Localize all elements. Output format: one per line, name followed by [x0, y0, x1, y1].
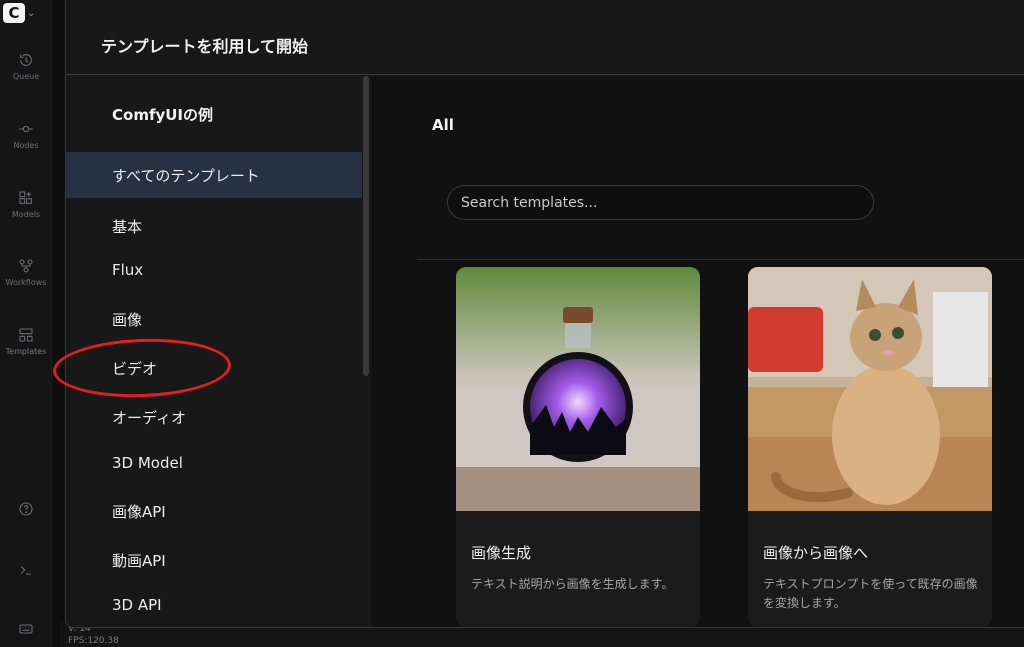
rail-queue[interactable]: Queue [0, 41, 52, 91]
terminal-button[interactable] [0, 555, 52, 585]
nav-item-all[interactable]: すべてのテンプレート [66, 152, 362, 198]
dialog-title: テンプレートを利用して開始 [101, 37, 309, 56]
card-description: テキストプロンプトを使って既存の画像を変換します。 [763, 577, 978, 610]
card-description: テキスト説明から画像を生成します。 [471, 577, 674, 591]
template-card-text-to-image[interactable]: 画像生成 テキスト説明から画像を生成します。 [456, 267, 700, 627]
sidebar-scrollbar[interactable] [363, 76, 369, 376]
nav-item-3d-model[interactable]: 3D Model [66, 440, 362, 486]
nav-item-image[interactable]: 画像 [66, 296, 362, 342]
keyboard-icon [19, 624, 33, 634]
sidebar-title: ComfyUIの例 [112, 106, 214, 124]
templates-dialog: テンプレートを利用して開始 ComfyUIの例 すべてのテンプレート 基本 Fl… [65, 0, 1024, 628]
templates-icon [19, 327, 33, 342]
fps-text: FPS:120.38 [68, 636, 119, 646]
dialog-header: テンプレートを利用して開始 [66, 0, 1024, 75]
models-icon [19, 190, 32, 204]
rail-workflows[interactable]: Workflows [0, 247, 52, 297]
nav-item-3d-api[interactable]: 3D API [66, 582, 362, 627]
rail-label: Models [11, 209, 41, 219]
rail-label: Templates [5, 346, 47, 356]
nav-item-audio[interactable]: オーディオ [66, 394, 362, 440]
chevron-down-icon: ⌄ [27, 7, 36, 19]
nav-item-image-api[interactable]: 画像API [66, 488, 362, 534]
card-title: 画像から画像へ [763, 544, 869, 562]
rail-models[interactable]: Models [0, 179, 52, 229]
comfy-logo-icon: C [3, 3, 25, 23]
nav-item-video[interactable]: ビデオ [66, 345, 362, 391]
keyboard-button[interactable] [0, 614, 52, 644]
cat-thumbnail-image [748, 267, 992, 511]
nav-item-video-api[interactable]: 動画API [66, 537, 362, 583]
help-button[interactable] [0, 494, 52, 524]
help-icon [19, 502, 33, 516]
nav-item-flux[interactable]: Flux [66, 247, 362, 293]
rail-label: Queue [12, 71, 40, 81]
rail-nodes[interactable]: Nodes [0, 110, 52, 160]
terminal-icon [20, 566, 31, 575]
category-sidebar: ComfyUIの例 すべてのテンプレート 基本 Flux 画像 ビデオ オーディ… [66, 76, 369, 627]
history-icon [20, 53, 32, 66]
templates-main: All Search templates... 画像生成 テキスト説明から画像を… [371, 76, 1024, 627]
nodes-icon [19, 125, 33, 132]
rail-templates[interactable]: Templates [0, 316, 52, 366]
app-menu-button[interactable]: C ⌄ [3, 2, 45, 24]
nav-item-basic[interactable]: 基本 [66, 203, 362, 249]
rail-label: Nodes [13, 140, 39, 150]
rail-label: Workflows [5, 277, 47, 287]
card-title: 画像生成 [471, 544, 532, 562]
divider [417, 259, 1024, 260]
search-input[interactable] [447, 185, 874, 220]
workflows-icon [19, 258, 33, 273]
section-title: All [432, 116, 454, 134]
bottle-thumbnail-image [456, 267, 700, 511]
app-rail: C ⌄ Queue Nodes Models Workflows Templat… [0, 0, 52, 647]
template-card-image-to-image[interactable]: 画像から画像へ テキストプロンプトを使って既存の画像を変換します。 [748, 267, 992, 627]
